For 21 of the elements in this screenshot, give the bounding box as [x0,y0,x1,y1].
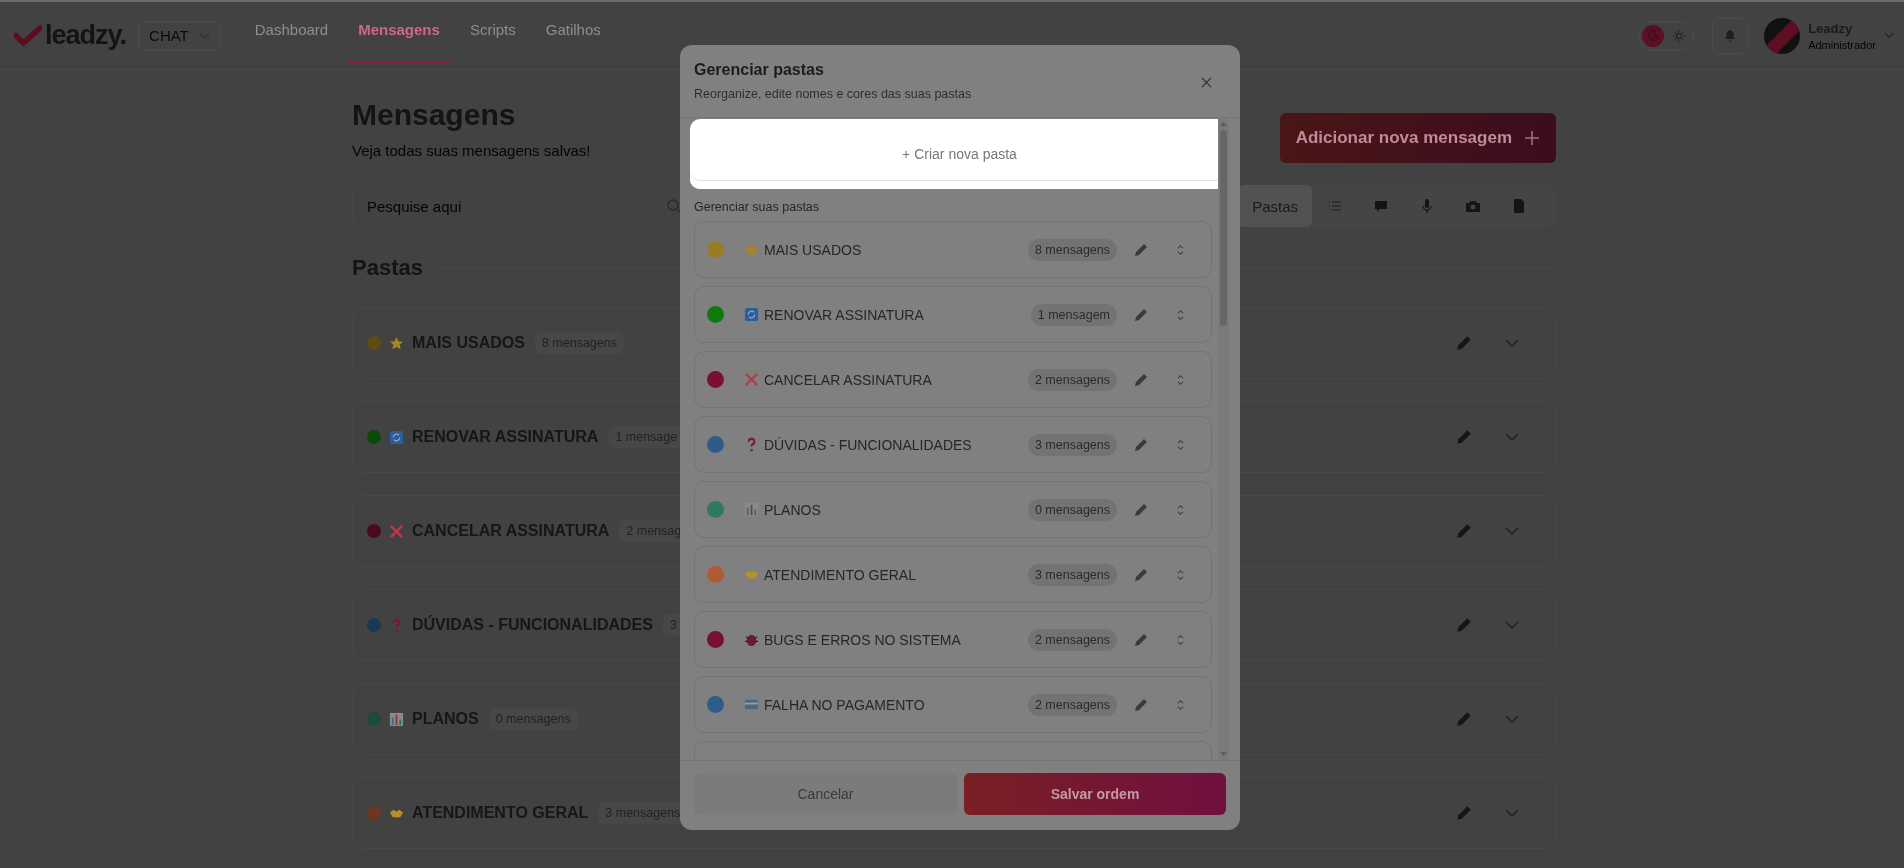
folder-name: DÚVIDAS - FUNCIONALIDADES [764,436,972,453]
message-count: 3 mensagens [1027,433,1117,456]
message-count: 0 mensagens [1027,498,1117,521]
user-role: Administrador [1808,38,1876,51]
message-count: 2 mensagens [1027,368,1117,391]
message-count: 8 mensagens [1027,238,1117,261]
dialog-title: Gerenciar pastas [694,61,825,79]
folder-name: RENOVAR ASSINATURA [764,306,924,323]
folder-name: FALHA NO PAGAMENTO [764,696,925,713]
message-count: 2 mensagens [1027,628,1117,651]
folder-name: MAIS USADOS [764,241,862,258]
dialog-subtitle: Reorganize, edite nomes e cores das suas pastas [694,87,972,101]
list-label: Gerenciar suas pastas [694,200,821,214]
message-count: 1 mensagem [1030,303,1117,326]
message-count: 2 mensagens [1027,693,1117,716]
page-subtitle: Veja todas suas mensagens salvas! [352,142,591,159]
message-count: 3 mensagens [1027,563,1117,586]
folder-name: ATENDIMENTO GERAL [764,566,916,583]
folder-name: CANCELAR ASSINATURA [764,371,932,388]
folder-name: PLANOS [764,501,821,518]
folder-name: BUGS E ERROS NO SISTEMA [764,631,961,648]
